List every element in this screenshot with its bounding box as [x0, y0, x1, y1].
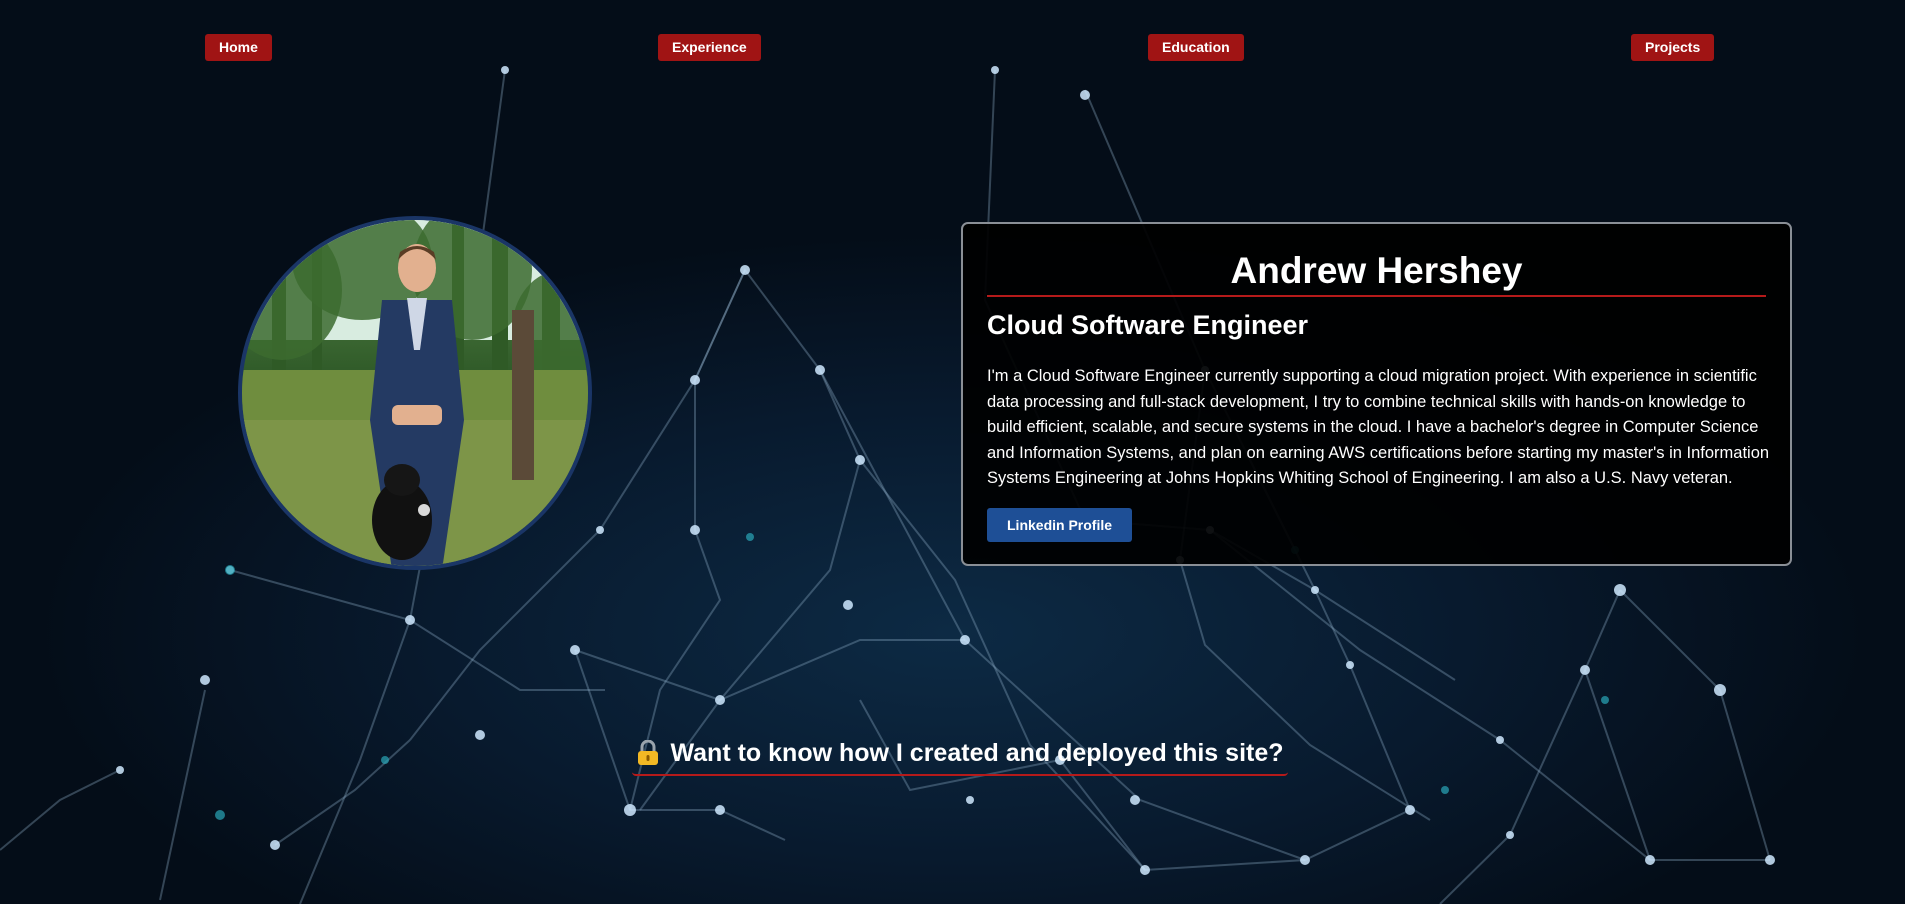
nav-home-button[interactable]: Home — [205, 34, 272, 61]
lock-icon — [636, 739, 660, 766]
profile-card: Andrew Hershey Cloud Software Engineer I… — [961, 222, 1792, 566]
nav-education-button[interactable]: Education — [1148, 34, 1244, 61]
title-divider — [987, 295, 1766, 297]
site-deployment-cta[interactable]: Want to know how I created and deployed … — [632, 732, 1288, 776]
profile-photo-illustration — [242, 220, 588, 566]
profile-bio: I'm a Cloud Software Engineer currently … — [987, 367, 1770, 488]
page: Home Experience Education Projects Andre… — [0, 0, 1905, 904]
linkedin-profile-button[interactable]: Linkedin Profile — [987, 507, 1133, 542]
profile-photo — [238, 216, 592, 570]
nav-projects-button[interactable]: Projects — [1631, 34, 1715, 61]
nav-experience-button[interactable]: Experience — [658, 34, 761, 61]
profile-role: Cloud Software Engineer — [987, 310, 1309, 340]
profile-name: Andrew Hershey — [1230, 250, 1523, 291]
cta-text: Want to know how I created and deployed … — [670, 738, 1284, 767]
